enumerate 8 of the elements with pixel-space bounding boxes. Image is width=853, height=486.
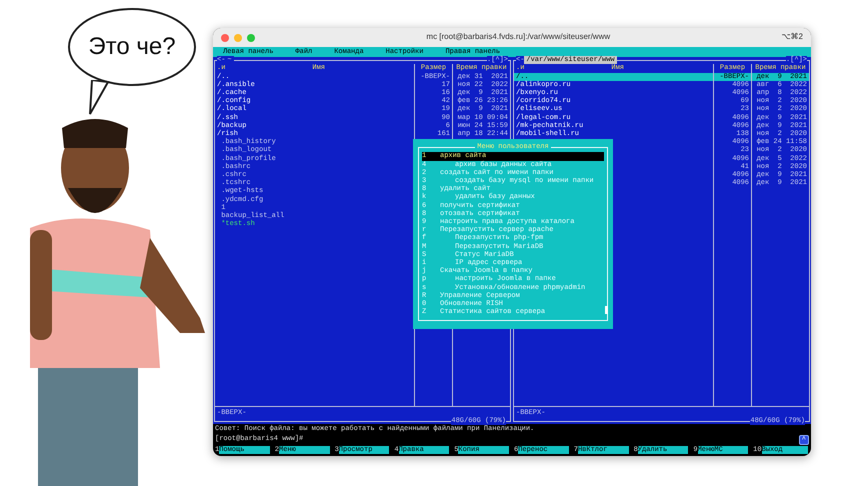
shortcut-label: ⌥⌘2 (782, 33, 803, 42)
window-title: mc [root@barbaris4.fvds.ru]:/var/www/siteuser/www (425, 33, 612, 42)
speech-bubble: Это че? (68, 8, 196, 86)
minimize-icon[interactable] (234, 34, 242, 42)
scrollbar-thumb[interactable] (605, 306, 608, 314)
zoom-icon[interactable] (247, 34, 255, 42)
speech-bubble-tail-icon (88, 80, 110, 116)
close-icon[interactable] (221, 34, 229, 42)
